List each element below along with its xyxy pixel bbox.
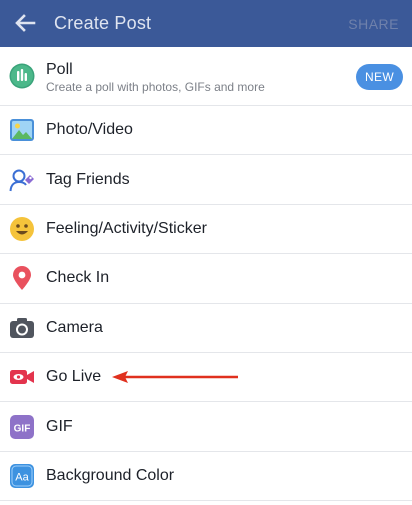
location-pin-icon — [13, 266, 31, 291]
option-feeling-activity[interactable]: Feeling/Activity/Sticker — [0, 204, 412, 255]
share-button[interactable]: SHARE — [348, 16, 399, 32]
svg-text:GIF: GIF — [14, 423, 31, 434]
option-background-color[interactable]: Aa Background Color — [0, 451, 412, 502]
option-tag-friends[interactable]: Tag Friends — [0, 155, 412, 205]
page-title: Create Post — [54, 13, 152, 33]
option-label: GIF — [46, 417, 73, 435]
camera-icon — [10, 317, 34, 338]
live-video-icon — [10, 370, 34, 385]
background-color-icon: Aa — [10, 463, 34, 488]
gif-icon: GIF — [10, 414, 34, 439]
option-label: Camera — [46, 318, 103, 336]
option-label: Poll — [46, 61, 73, 78]
option-check-in[interactable]: Check In — [0, 254, 412, 304]
post-options-list: Poll Create a poll with photos, GIFs and… — [0, 47, 412, 502]
option-gif[interactable]: GIF GIF — [0, 402, 412, 452]
feeling-icon — [10, 216, 34, 241]
option-label: Background Color — [46, 466, 175, 484]
option-label: Tag Friends — [46, 170, 130, 188]
option-camera[interactable]: Camera — [0, 303, 412, 353]
option-poll[interactable]: Poll Create a poll with photos, GIFs and… — [0, 47, 412, 106]
option-photo-video[interactable]: Photo/Video — [0, 106, 412, 156]
annotation-arrow — [112, 370, 238, 383]
option-label: Feeling/Activity/Sticker — [46, 219, 207, 237]
photo-video-icon — [10, 119, 34, 142]
poll-icon — [9, 63, 35, 89]
option-label: Check In — [46, 269, 110, 287]
back-arrow-icon[interactable] — [14, 13, 36, 33]
app-header: Create Post SHARE — [0, 0, 412, 47]
option-subtitle: Create a poll with photos, GIFs and more — [46, 80, 265, 94]
tag-friends-icon — [9, 169, 34, 191]
option-label: Go Live — [46, 368, 102, 386]
option-label: Photo/Video — [46, 121, 133, 139]
new-badge: NEW — [356, 64, 403, 90]
svg-text:Aa: Aa — [15, 471, 29, 483]
option-go-live[interactable]: Go Live — [0, 352, 412, 403]
